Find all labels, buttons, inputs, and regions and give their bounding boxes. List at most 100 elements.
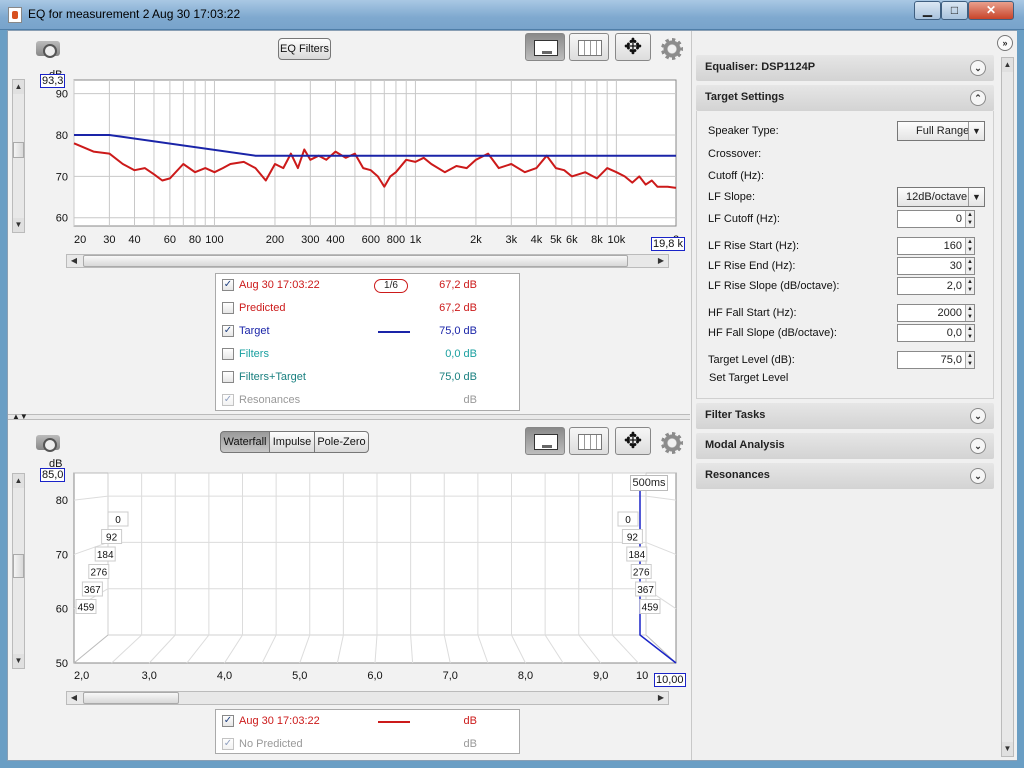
lf-rise-start-field[interactable]: 160 ▲ ▼: [897, 237, 975, 255]
grid-view-icon[interactable]: [569, 33, 609, 61]
eq-x-tick: 1k: [410, 234, 422, 246]
eq-horizontal-scrollbar[interactable]: ◀ ▶: [66, 254, 669, 268]
legend-label: Aug 30 17:03:22: [239, 279, 320, 291]
eq-vertical-scrollbar[interactable]: ▲ ▼: [12, 79, 25, 233]
eq-x-tick: 300: [301, 234, 319, 246]
tab-waterfall[interactable]: Waterfall: [220, 431, 270, 453]
eq-x-tick: 600: [362, 234, 380, 246]
legend-row-measurement[interactable]: ✓ Aug 30 17:03:22 dB: [216, 712, 519, 732]
panel-resonances[interactable]: Resonances ⌄: [696, 463, 994, 489]
pan-zoom-icon[interactable]: ✥: [615, 427, 651, 455]
lf-slope-label: LF Slope:: [708, 191, 756, 203]
chevron-up-icon[interactable]: ⌃: [970, 90, 986, 106]
legend-label: Resonances: [239, 394, 301, 406]
checkbox-measurement[interactable]: ✓: [222, 279, 234, 291]
spinner-icon[interactable]: ▲ ▼: [965, 278, 974, 294]
panel-filter-tasks[interactable]: Filter Tasks ⌄: [696, 403, 994, 429]
eq-x-tick: 10k: [608, 234, 626, 246]
eq-top-value: 93,3: [40, 74, 66, 88]
waterfall-plot[interactable]: 80 70 60 50 2,0 3,0 4,0 5,0 6,0 7,0 8,0 9,0 10 0 92 184…: [38, 467, 690, 691]
eq-legend: ✓ Aug 30 17:03:22 1/6 67,2 dB Predicted …: [215, 273, 520, 411]
legend-row-target[interactable]: ✓ Target 75,0 dB: [216, 322, 519, 342]
target-level-field[interactable]: 75,0 ▲ ▼: [897, 351, 975, 369]
lf-rise-end-field[interactable]: 30 ▲ ▼: [897, 257, 975, 275]
spinner-icon[interactable]: ▲ ▼: [965, 258, 974, 274]
tab-impulse[interactable]: Impulse: [269, 431, 315, 453]
grid-view-icon[interactable]: [569, 427, 609, 455]
close-button[interactable]: ✕: [968, 1, 1014, 20]
waterfall-vertical-scrollbar[interactable]: ▲ ▼: [12, 473, 25, 669]
tab-pole-zero[interactable]: Pole-Zero: [314, 431, 369, 453]
checkbox-predicted[interactable]: [222, 302, 234, 314]
right-sidebar: » Equaliser: DSP1124P ⌄ Target Settings …: [691, 31, 1017, 760]
spinner-icon[interactable]: ▲ ▼: [965, 325, 974, 341]
graph-view-icon[interactable]: [525, 33, 565, 61]
split-divider[interactable]: ▲▼: [8, 412, 690, 421]
legend-row-predicted[interactable]: Predicted 67,2 dB: [216, 299, 519, 319]
panel-modal-analysis[interactable]: Modal Analysis ⌄: [696, 433, 994, 459]
eq-x-tick: 40: [128, 234, 140, 246]
spinner-icon[interactable]: ▲ ▼: [965, 352, 974, 368]
legend-row-filters-target[interactable]: Filters+Target 75,0 dB: [216, 368, 519, 388]
legend-value: dB: [463, 394, 477, 406]
chevron-down-icon[interactable]: ⌄: [970, 408, 986, 424]
smoothing-badge[interactable]: 1/6: [374, 279, 408, 293]
settings-gear-icon[interactable]: [661, 38, 683, 60]
hf-fall-start-field[interactable]: 2000 ▲ ▼: [897, 304, 975, 322]
slice-label: 367: [84, 585, 101, 596]
eq-filters-button[interactable]: EQ Filters: [278, 38, 331, 60]
slice-label: 276: [90, 568, 107, 579]
main-window: EQ Filters ✥ ▲ ▼ dB 90 80 70 60 20 30 40 60 80 10…: [7, 30, 1017, 761]
legend-row-filters[interactable]: Filters 0,0 dB: [216, 345, 519, 365]
graph-view-icon[interactable]: [525, 427, 565, 455]
waterfall-x-tick: 10: [636, 670, 648, 682]
camera-icon[interactable]: [32, 431, 64, 452]
pan-zoom-icon[interactable]: ✥: [615, 33, 651, 61]
eq-x-tick: 100: [205, 234, 223, 246]
waterfall-horizontal-scrollbar[interactable]: ◀ ▶: [66, 691, 669, 705]
checkbox-filters-target[interactable]: [222, 371, 234, 383]
eq-x-tick: 20: [74, 234, 86, 246]
checkbox-filters[interactable]: [222, 348, 234, 360]
chevron-down-icon[interactable]: ▼: [968, 188, 984, 206]
hf-fall-slope-value: 0,0: [946, 327, 962, 339]
spinner-icon[interactable]: ▲ ▼: [965, 238, 974, 254]
eq-x-tick: 6k: [566, 234, 578, 246]
eq-x-tick: 30: [103, 234, 115, 246]
maximize-button[interactable]: □: [941, 1, 968, 20]
spinner-icon[interactable]: ▲ ▼: [965, 211, 974, 227]
legend-row-measurement[interactable]: ✓ Aug 30 17:03:22 1/6 67,2 dB: [216, 276, 519, 296]
spinner-icon[interactable]: ▲ ▼: [965, 305, 974, 321]
waterfall-x-tick: 2,0: [74, 670, 89, 682]
split-arrows-icon[interactable]: ▲▼: [12, 412, 28, 421]
hf-fall-slope-field[interactable]: 0,0 ▲ ▼: [897, 324, 975, 342]
sidebar-vertical-scrollbar[interactable]: ▲ ▼: [1001, 57, 1014, 757]
eq-y-tick: 90: [56, 89, 68, 101]
chevron-down-icon[interactable]: ⌄: [970, 60, 986, 76]
panel-equaliser[interactable]: Equaliser: DSP1124P ⌄: [696, 55, 994, 81]
camera-icon[interactable]: [32, 37, 64, 58]
chevron-down-icon[interactable]: ⌄: [970, 438, 986, 454]
double-chevron-right-icon[interactable]: »: [997, 35, 1013, 51]
chevron-down-icon[interactable]: ▼: [968, 122, 984, 140]
chevron-down-icon[interactable]: ⌄: [970, 468, 986, 484]
set-target-level-link[interactable]: Set Target Level: [709, 372, 788, 384]
speaker-type-select[interactable]: Full Range ▼: [897, 121, 985, 141]
waterfall-y-tick: 80: [56, 495, 68, 507]
lf-slope-select[interactable]: 12dB/octave ▼: [897, 187, 985, 207]
panel-target-settings[interactable]: Target Settings ⌃: [696, 85, 994, 111]
lf-rise-start-value: 160: [943, 240, 962, 252]
checkbox-measurement[interactable]: ✓: [222, 715, 234, 727]
settings-gear-icon[interactable]: [661, 432, 683, 454]
eq-x-tick: 60: [164, 234, 176, 246]
waterfall-x-tick: 5,0: [292, 670, 307, 682]
lf-rise-slope-field[interactable]: 2,0 ▲ ▼: [897, 277, 975, 295]
waterfall-x-tick: 4,0: [217, 670, 232, 682]
checkbox-target[interactable]: ✓: [222, 325, 234, 337]
lf-cutoff-field[interactable]: 0 ▲ ▼: [897, 210, 975, 228]
eq-plot[interactable]: 90 80 70 60 20 30 40 60 80 100 200 300 400 600 800 1k 2k…: [38, 75, 690, 255]
slice-label: 0: [625, 515, 631, 526]
eq-y-tick: 70: [56, 171, 68, 183]
minimize-button[interactable]: ▁: [914, 1, 941, 20]
legend-value: dB: [463, 715, 477, 727]
